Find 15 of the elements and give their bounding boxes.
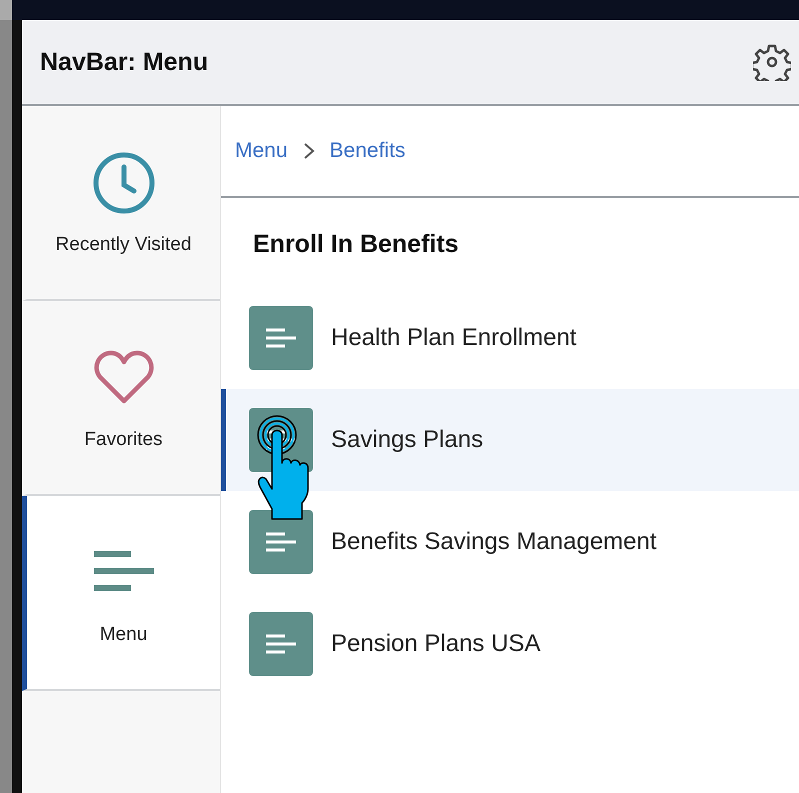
- menu-item[interactable]: Health Plan Enrollment: [221, 287, 799, 389]
- settings-icon[interactable]: [753, 43, 791, 81]
- document-icon: [249, 306, 313, 370]
- menu-item[interactable]: Benefits Savings Management: [221, 491, 799, 593]
- section-title: Enroll In Benefits: [252, 229, 460, 260]
- breadcrumb-link[interactable]: Menu: [235, 139, 288, 163]
- sidebar-item[interactable]: Menu: [22, 496, 220, 691]
- document-icon: [249, 612, 313, 676]
- clock-icon: [90, 150, 156, 216]
- document-icon: [249, 510, 313, 574]
- menu-item[interactable]: Pension Plans USA: [221, 593, 799, 695]
- sidebar-item[interactable]: Recently Visited: [22, 106, 220, 301]
- page-title: NavBar: Menu: [40, 48, 208, 76]
- chevron-icon: [302, 142, 316, 160]
- breadcrumb-link[interactable]: Benefits: [330, 139, 406, 163]
